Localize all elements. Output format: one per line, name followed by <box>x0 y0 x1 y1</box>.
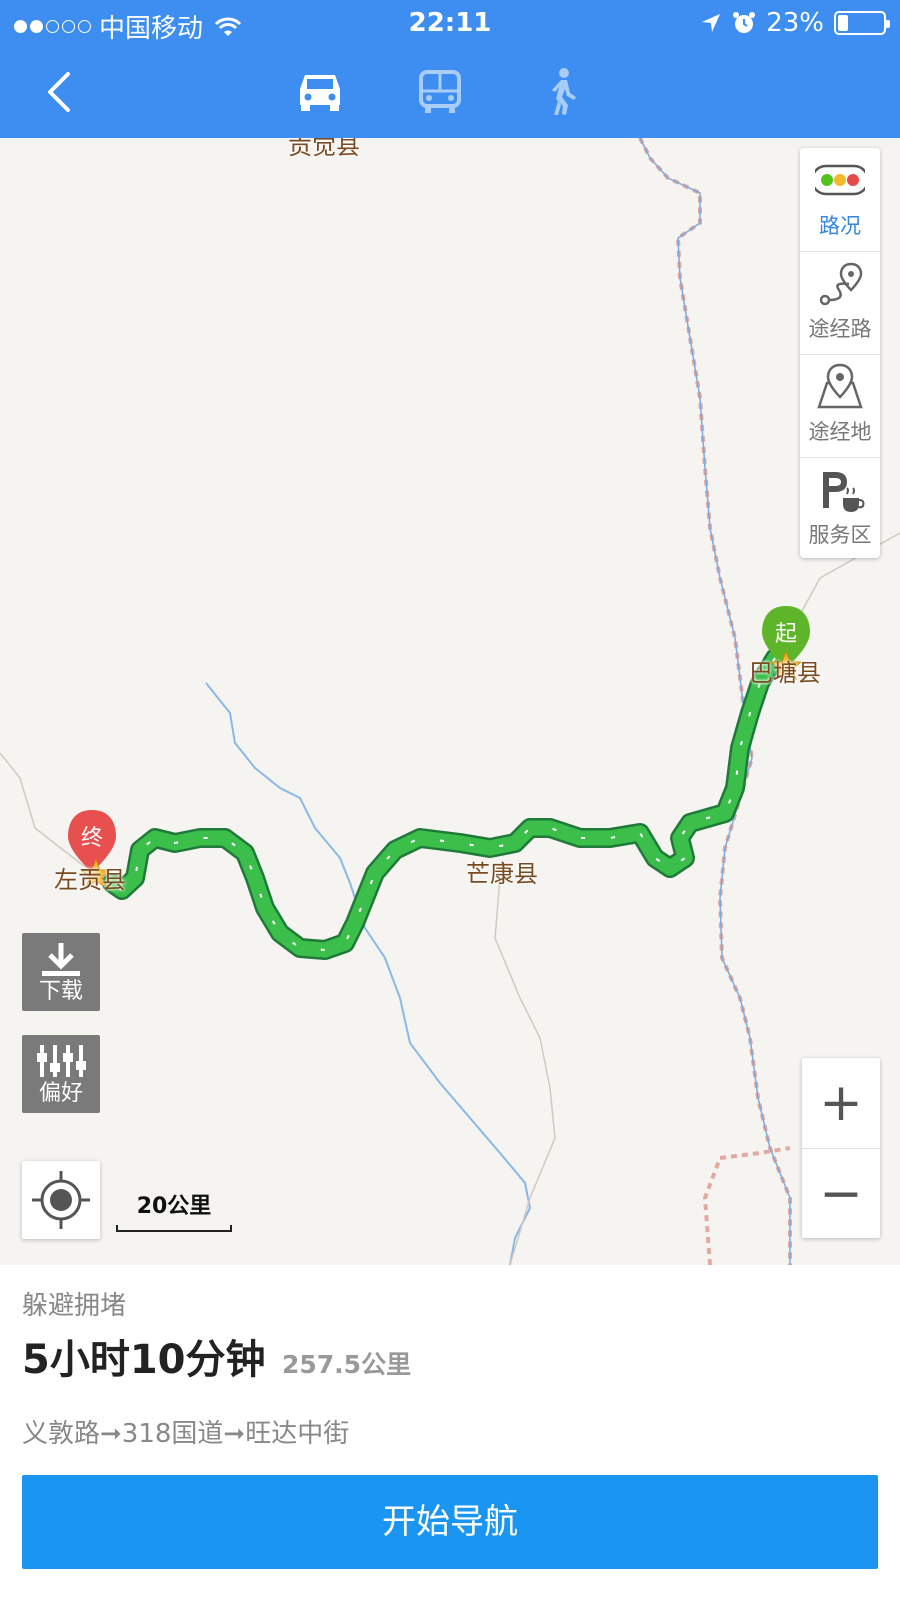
service-area-button[interactable]: 服务区 <box>800 457 880 561</box>
via-place-button[interactable]: 途经地 <box>800 354 880 458</box>
via-road-button[interactable]: 途经路 <box>800 251 880 355</box>
start-marker-label: 起 <box>775 622 797 647</box>
status-right: 23% <box>700 8 890 38</box>
place-label-start: 巴塘县 <box>749 659 821 687</box>
preference-button[interactable]: 偏好 <box>22 1035 100 1113</box>
traffic-toggle[interactable]: 路况 <box>800 148 880 252</box>
parking-coffee-icon <box>823 472 865 512</box>
tool-label: 路况 <box>819 214 861 238</box>
route-strategy-tag: 躲避拥堵 <box>22 1291 127 1321</box>
route-line <box>104 650 783 958</box>
end-marker-label: 终 <box>81 826 103 851</box>
route-pin-icon <box>819 262 863 306</box>
locate-icon <box>32 1171 90 1229</box>
preference-label: 偏好 <box>38 1081 83 1106</box>
map-navigation-screen: 中国移动 22:11 23% 起 终 贡觉县 巴塘县 芒康县 左贡县 路况 途经… <box>0 0 900 1600</box>
battery-icon <box>834 11 890 35</box>
map-scale: 20公里 <box>114 1188 234 1240</box>
road-south <box>494 877 556 1265</box>
map-layer: 起 终 <box>0 138 900 1265</box>
download-button[interactable]: 下载 <box>22 933 100 1011</box>
start-navigation-button[interactable]: 开始导航 <box>22 1475 878 1569</box>
scale-bar <box>116 1225 232 1232</box>
locate-button[interactable] <box>22 1161 100 1239</box>
place-label-end: 左贡县 <box>54 866 126 894</box>
transport-mode-bar <box>0 52 900 132</box>
top-bar: 中国移动 22:11 23% <box>0 0 900 138</box>
route-direction-arrows <box>111 657 776 952</box>
map-pin-icon <box>817 363 863 409</box>
route-via-roads: 义敦路➞318国道➞旺达中街 <box>22 1419 350 1449</box>
province-border <box>638 138 792 1265</box>
zoom-control: + − <box>802 1058 880 1238</box>
border-river <box>639 138 791 1265</box>
tool-label: 服务区 <box>808 523 872 547</box>
status-bar: 中国移动 22:11 23% <box>0 0 900 44</box>
scale-label: 20公里 <box>136 1194 212 1219</box>
place-label-top: 贡觉县 <box>288 138 360 160</box>
tool-label: 途经地 <box>808 420 872 444</box>
back-button[interactable] <box>36 66 84 118</box>
location-arrow-icon <box>702 14 721 32</box>
mode-walk-button[interactable] <box>534 64 594 120</box>
zoom-in-button[interactable]: + <box>802 1058 880 1148</box>
route-outline <box>102 648 785 960</box>
alarm-icon <box>733 12 756 33</box>
map-view[interactable]: 起 终 贡觉县 巴塘县 芒康县 左贡县 路况 途经路 途经地 服务区 下载 偏好… <box>0 138 900 1265</box>
chevron-left-icon <box>48 72 70 112</box>
car-icon <box>300 75 340 111</box>
battery-fill <box>838 15 848 31</box>
walk-icon <box>552 68 576 115</box>
mode-bus-button[interactable] <box>410 64 470 120</box>
map-tools-panel: 路况 途经路 途经地 服务区 <box>800 148 880 558</box>
route-duration: 5小时10分钟 <box>22 1337 266 1383</box>
tool-label: 途经路 <box>808 317 872 341</box>
traffic-light-icon <box>815 164 865 196</box>
download-label: 下载 <box>38 979 83 1004</box>
zoom-out-button[interactable]: − <box>802 1148 880 1238</box>
river <box>205 682 532 1265</box>
route-summary-panel: 躲避拥堵 5小时10分钟 257.5公里 义敦路➞318国道➞旺达中街 开始导航 <box>0 1265 900 1600</box>
mode-car-button[interactable] <box>290 64 350 120</box>
place-label-middle: 芒康县 <box>466 860 538 888</box>
battery-percent: 23% <box>766 8 824 38</box>
bus-icon <box>419 70 461 113</box>
route-distance: 257.5公里 <box>282 1350 412 1379</box>
